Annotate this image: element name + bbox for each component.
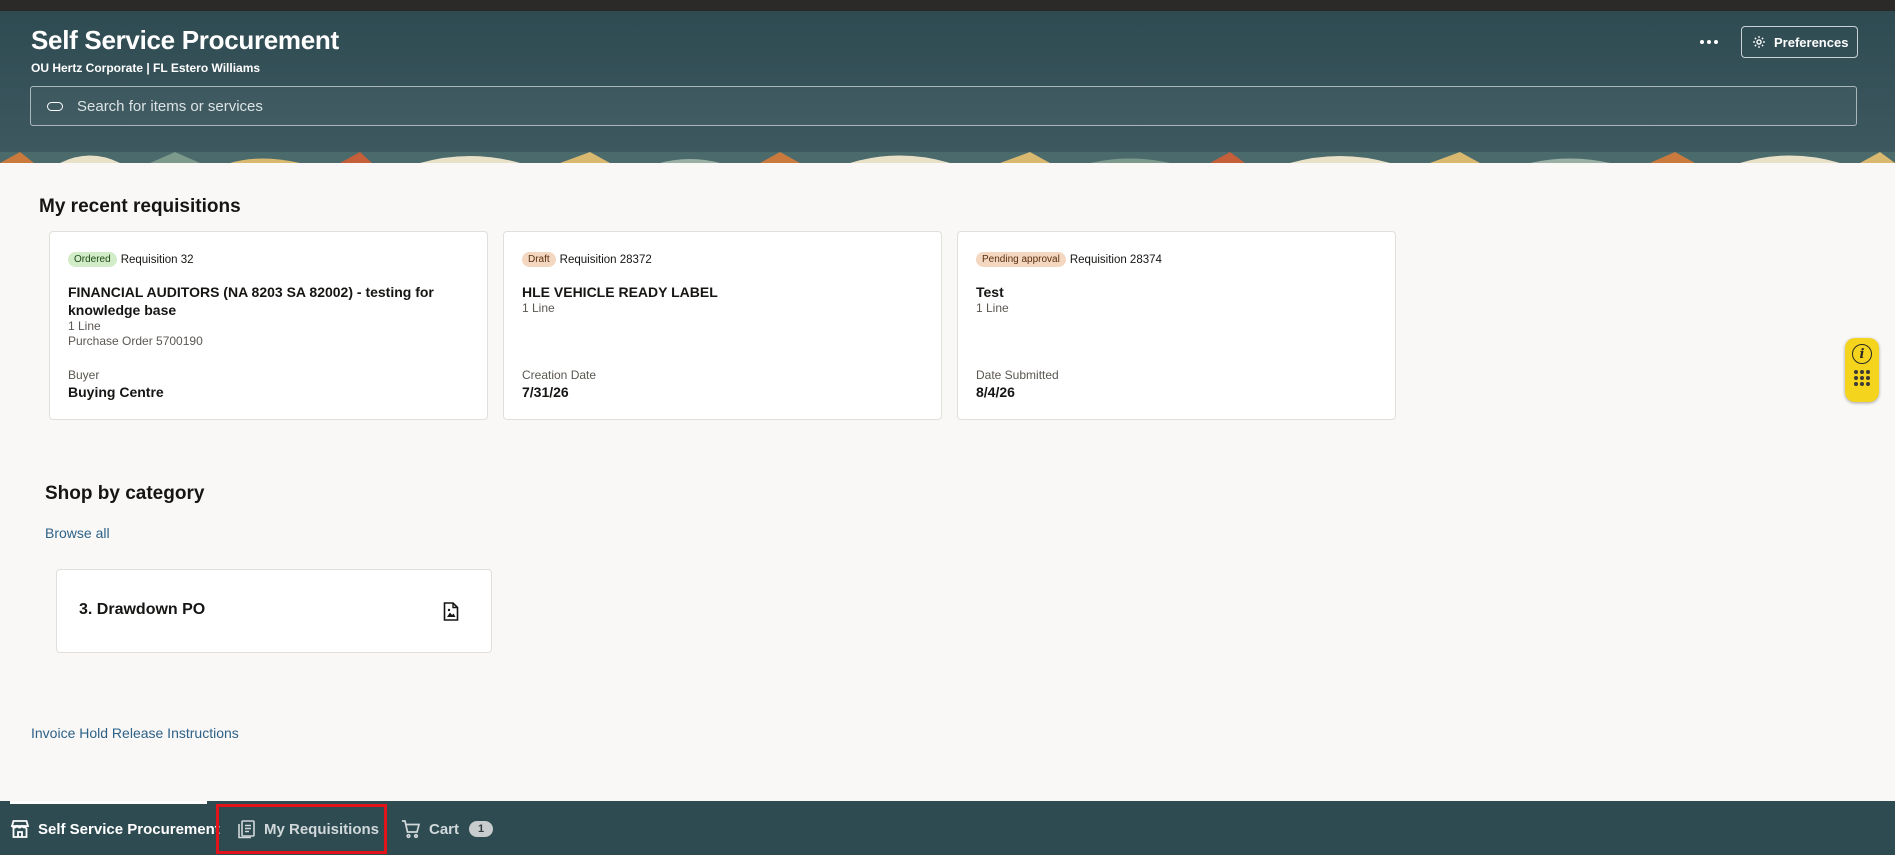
nav-self-service-procurement[interactable]: Self Service Procurement bbox=[10, 817, 220, 841]
recent-requisitions-heading: My recent requisitions bbox=[39, 196, 241, 217]
card-footer-label: Buyer bbox=[68, 368, 100, 382]
search-bar[interactable] bbox=[30, 86, 1857, 126]
invoice-hold-instructions-link[interactable]: Invoice Hold Release Instructions bbox=[31, 725, 239, 741]
document-image-icon bbox=[443, 602, 459, 621]
help-assistant-widget[interactable]: i bbox=[1845, 338, 1879, 402]
grid-dots-icon bbox=[1854, 370, 1870, 386]
store-icon bbox=[10, 820, 30, 838]
browse-all-link[interactable]: Browse all bbox=[45, 525, 110, 541]
nav-my-requisitions[interactable]: My Requisitions bbox=[236, 817, 379, 841]
requisition-number: Requisition 32 bbox=[120, 253, 194, 266]
line-count: 1 Line bbox=[522, 301, 555, 315]
status-badge: Pending approval bbox=[976, 252, 1066, 268]
ellipsis-icon bbox=[1700, 40, 1704, 44]
requisition-title: FINANCIAL AUDITORS (NA 8203 SA 82002) - … bbox=[68, 284, 434, 318]
requisition-card[interactable]: Pending approval Requisition 28374 Test 1… bbox=[957, 231, 1396, 420]
status-badge: Ordered bbox=[68, 252, 117, 268]
line-count: 1 Line bbox=[976, 301, 1009, 315]
preferences-button[interactable]: Preferences bbox=[1741, 26, 1858, 58]
requisition-title: HLE VEHICLE READY LABEL bbox=[522, 284, 718, 300]
page-subtitle: OU Hertz Corporate | FL Estero Williams bbox=[31, 61, 261, 75]
requisition-card[interactable]: Draft Requisition 28372 HLE VEHICLE READY… bbox=[503, 231, 942, 420]
top-strip bbox=[0, 0, 1895, 11]
requisition-title: Test bbox=[976, 284, 1004, 300]
purchase-order: Purchase Order 5700190 bbox=[68, 334, 203, 348]
page-title: Self Service Procurement bbox=[31, 25, 339, 55]
search-input[interactable] bbox=[77, 97, 1856, 115]
nav-label: My Requisitions bbox=[264, 820, 380, 838]
status-badge: Draft bbox=[522, 252, 556, 268]
more-actions-button[interactable] bbox=[1694, 29, 1724, 55]
card-footer-value: 7/31/26 bbox=[522, 384, 569, 400]
requisition-card[interactable]: Ordered Requisition 32 FINANCIAL AUDITORS… bbox=[49, 231, 488, 420]
requisition-number: Requisition 28372 bbox=[559, 253, 652, 266]
card-footer-label: Date Submitted bbox=[976, 368, 1059, 382]
decorative-banner bbox=[0, 152, 1895, 163]
gear-icon bbox=[1753, 36, 1765, 48]
nav-label: Self Service Procurement bbox=[38, 820, 220, 838]
card-footer-value: Buying Centre bbox=[68, 384, 164, 400]
active-tab-indicator bbox=[10, 801, 207, 804]
preferences-label: Preferences bbox=[1774, 34, 1849, 50]
cart-icon bbox=[402, 820, 421, 839]
cart-count-badge: 1 bbox=[469, 821, 494, 837]
card-footer-label: Creation Date bbox=[522, 368, 597, 382]
search-icon bbox=[47, 101, 63, 111]
requisitions-icon bbox=[238, 820, 255, 839]
page-header: Self Service Procurement OU Hertz Corpor… bbox=[0, 11, 1895, 163]
card-footer-value: 8/4/26 bbox=[976, 384, 1015, 400]
line-count: 1 Line bbox=[68, 319, 101, 333]
category-name: 3. Drawdown PO bbox=[79, 601, 206, 618]
category-card[interactable]: 3. Drawdown PO bbox=[56, 569, 492, 653]
requisition-number: Requisition 28374 bbox=[1069, 253, 1162, 266]
bottom-navigation: Self Service Procurement My Requisitions… bbox=[0, 801, 1895, 855]
info-icon: i bbox=[1852, 344, 1872, 364]
nav-label: Cart bbox=[429, 820, 460, 838]
nav-cart[interactable]: Cart 1 bbox=[401, 817, 494, 841]
shop-by-category-heading: Shop by category bbox=[45, 483, 205, 504]
